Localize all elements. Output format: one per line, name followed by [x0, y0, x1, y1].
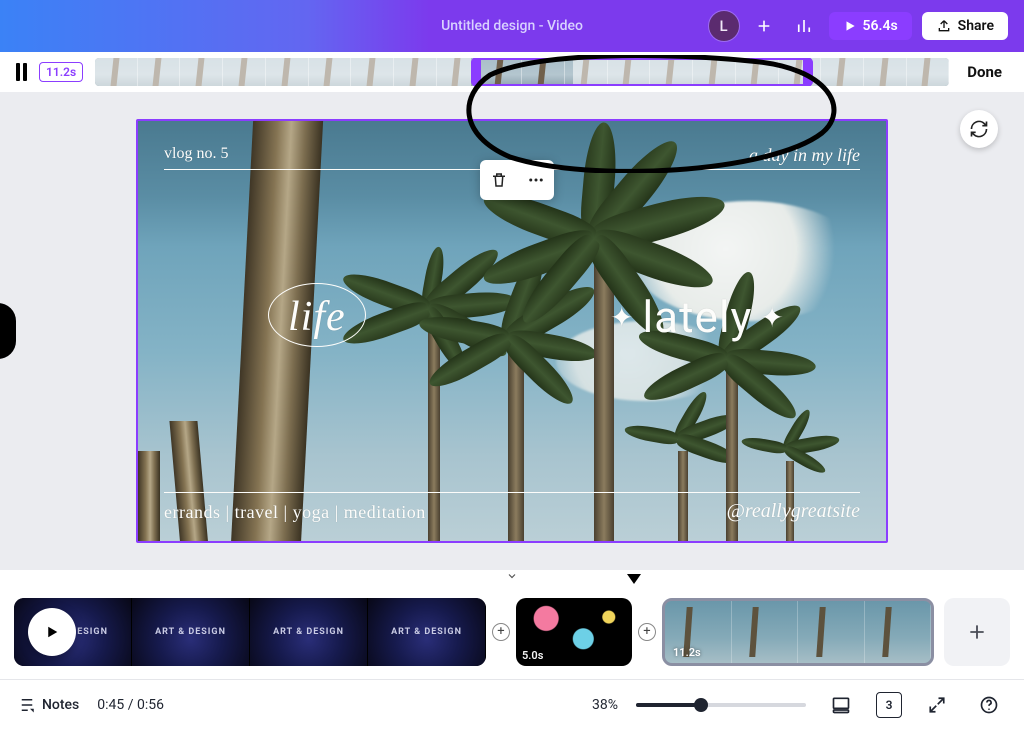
notes-button[interactable]: Notes: [18, 696, 79, 714]
help-icon: [979, 695, 999, 715]
document-title[interactable]: Untitled design - Video: [441, 18, 583, 34]
sparkle-icon: ✦: [760, 301, 784, 334]
overlay-word-lately[interactable]: ✦ lately ✦: [610, 291, 785, 343]
add-transition-button-1[interactable]: +: [492, 623, 510, 641]
timeline-play-button[interactable]: [28, 608, 76, 656]
clip-filmstrip[interactable]: [95, 58, 949, 86]
play-icon: [843, 19, 857, 33]
timeline: ART & DESIGN ART & DESIGN ART & DESIGN A…: [0, 570, 1024, 679]
trash-icon: [490, 171, 508, 189]
done-button[interactable]: Done: [961, 59, 1008, 85]
fullscreen-button[interactable]: [920, 688, 954, 722]
fullscreen-icon: [928, 696, 946, 714]
video-canvas[interactable]: vlog no. 5 a day in my life life ✦ latel…: [136, 119, 888, 543]
add-transition-button-2[interactable]: +: [638, 623, 656, 641]
overlay-handle[interactable]: @reallygreatsite: [726, 500, 860, 523]
canvas-area: vlog no. 5 a day in my life life ✦ latel…: [0, 92, 1024, 570]
timeline-clip-3-selected[interactable]: 11.2s: [662, 598, 934, 666]
more-button[interactable]: [526, 170, 546, 190]
plus-icon: [967, 622, 987, 642]
plus-icon: [756, 18, 772, 34]
pause-button[interactable]: [16, 63, 27, 81]
help-button[interactable]: [972, 688, 1006, 722]
bar-chart-icon: [795, 17, 813, 35]
clip-duration-label: 5.0s: [522, 649, 543, 662]
refresh-preview-button[interactable]: [960, 110, 998, 148]
overlay-word-life[interactable]: life: [288, 293, 346, 341]
more-horizontal-icon: [527, 171, 545, 189]
clip-duration-label: 11.2s: [673, 646, 701, 659]
playhead-time: 0:45 / 0:56: [97, 697, 164, 713]
refresh-icon: [969, 119, 989, 139]
sparkle-icon: ✦: [610, 301, 634, 334]
app-header: Untitled design - Video L 56.4s Share: [0, 0, 1024, 52]
timeline-clip-2[interactable]: 5.0s: [516, 598, 632, 666]
overlay-vlog-number[interactable]: vlog no. 5: [164, 145, 228, 163]
overlay-bottom-rule: [164, 492, 860, 493]
play-icon: [43, 623, 61, 641]
share-button[interactable]: Share: [922, 12, 1008, 40]
overlay-tags[interactable]: errands | travel | yoga | meditation: [164, 502, 426, 523]
play-video-button[interactable]: 56.4s: [829, 12, 912, 40]
grid-view-button[interactable]: [824, 688, 858, 722]
chevron-down-icon: [504, 570, 520, 582]
add-member-button[interactable]: [749, 11, 779, 41]
grid-icon: [831, 695, 851, 715]
zoom-percent: 38%: [592, 697, 618, 713]
timeline-playhead[interactable]: [627, 574, 641, 584]
footer-bar: Notes 0:45 / 0:56 38% 3: [0, 679, 1024, 729]
open-sidepanel-tab[interactable]: [0, 303, 16, 359]
clip-context-toolbar: [480, 160, 554, 200]
clip-duration-input[interactable]: [39, 62, 83, 82]
upload-icon: [936, 18, 952, 34]
trim-strip: Done: [0, 52, 1024, 92]
overlay-subtitle[interactable]: a day in my life: [749, 145, 860, 166]
add-page-button[interactable]: [944, 598, 1010, 666]
user-avatar[interactable]: L: [709, 11, 739, 41]
timeline-clip-1[interactable]: ART & DESIGN ART & DESIGN ART & DESIGN A…: [14, 598, 486, 666]
zoom-slider[interactable]: [636, 703, 806, 707]
delete-button[interactable]: [489, 170, 509, 190]
timeline-collapse-handle[interactable]: [0, 570, 1024, 584]
page-count-button[interactable]: 3: [876, 692, 902, 718]
notes-icon: [18, 696, 36, 714]
analytics-button[interactable]: [789, 11, 819, 41]
